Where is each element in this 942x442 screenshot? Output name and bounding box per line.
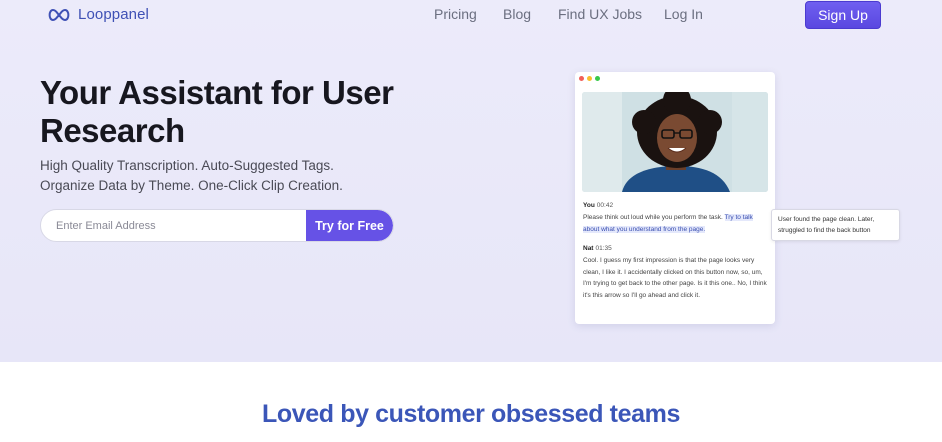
participant-photo-icon (582, 92, 768, 192)
hero-subtitle: High Quality Transcription. Auto-Suggest… (40, 156, 400, 196)
logo-text: Looppanel (78, 6, 149, 23)
interview-video-thumbnail (582, 92, 768, 192)
section-title: Loved by customer obsessed teams (262, 400, 680, 428)
logo[interactable]: Looppanel (46, 6, 149, 23)
window-dots (579, 76, 600, 81)
transcript-text: Please think out loud while you perform … (583, 214, 725, 221)
try-for-free-button[interactable]: Try for Free (306, 210, 393, 241)
signup-button[interactable]: Sign Up (805, 1, 881, 29)
nav-link-pricing[interactable]: Pricing (434, 6, 477, 22)
hero-subtitle-line2: Organize Data by Theme. One-Click Clip C… (40, 178, 343, 193)
hero-subtitle-line1: High Quality Transcription. Auto-Suggest… (40, 158, 334, 173)
email-input[interactable] (41, 210, 306, 241)
nav-link-login[interactable]: Log In (664, 6, 703, 22)
speaker-timestamp: 00:42 (596, 202, 614, 209)
transcript-mockup-card: You 00:42 Please think out loud while you… (575, 72, 775, 324)
close-dot-icon (579, 76, 584, 81)
hero-headline: Your Assistant for User Research (40, 74, 394, 149)
speaker-nat: Nat 01:35 (583, 245, 612, 252)
speaker-timestamp: 01:35 (595, 245, 612, 252)
minimize-dot-icon (587, 76, 592, 81)
nav-link-blog[interactable]: Blog (503, 6, 531, 22)
maximize-dot-icon (595, 76, 600, 81)
nav-link-find-ux-jobs[interactable]: Find UX Jobs (558, 6, 642, 22)
email-signup-form: Try for Free (40, 209, 394, 242)
transcript-entry: Cool. I guess my first impression is tha… (583, 257, 767, 299)
annotation-note: User found the page clean. Later, strugg… (771, 209, 900, 241)
infinity-logo-icon (48, 8, 70, 21)
speaker-name: You (583, 202, 595, 209)
speaker-you: You 00:42 (583, 202, 613, 209)
speaker-name: Nat (583, 245, 594, 252)
transcript-entry: Please think out loud while you perform … (583, 212, 769, 235)
